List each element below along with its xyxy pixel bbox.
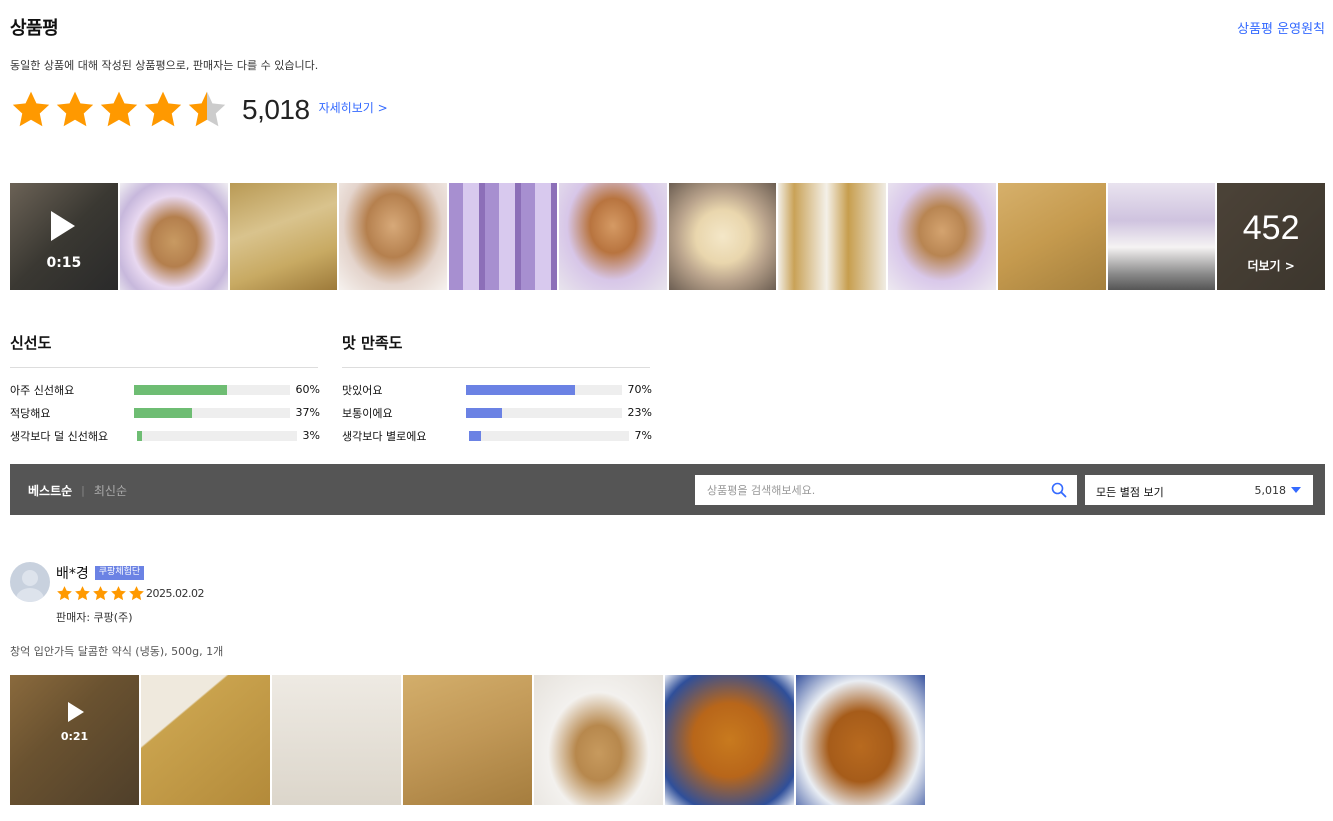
rating-count: 5,018 xyxy=(242,94,310,125)
taste-bar-fill xyxy=(469,430,481,441)
freshness-row-percent: 37% xyxy=(295,406,320,419)
photo-thumb[interactable] xyxy=(888,183,996,290)
taste-row-label: 맛있어요 xyxy=(342,383,383,397)
photo-thumb[interactable] xyxy=(449,183,557,290)
freshness-summary: 신선도 아주 신선해요 60% 적당해요 37% 생각보다 덜 신선해요 3% xyxy=(10,332,320,447)
photo-strip: 0:15 452 더보기 > xyxy=(10,183,1325,290)
review-photo-thumb[interactable] xyxy=(141,675,270,805)
taste-row-label: 보통이에요 xyxy=(342,406,393,420)
freshness-title: 신선도 xyxy=(10,332,318,368)
star-icon xyxy=(56,91,94,127)
taste-bar xyxy=(466,407,622,418)
freshness-bar-fill xyxy=(137,430,143,441)
sort-best[interactable]: 베스트순 xyxy=(28,482,72,499)
review-photo-thumb[interactable] xyxy=(665,675,794,805)
freshness-bar xyxy=(134,407,290,418)
photo-thumb[interactable] xyxy=(1107,183,1216,290)
freshness-bar xyxy=(134,384,290,395)
reviewer-badge: 쿠팡체험단 xyxy=(94,566,145,580)
review-video-thumb[interactable]: 0:21 xyxy=(10,675,139,805)
taste-row-label: 생각보다 별로에요 xyxy=(342,429,427,443)
taste-row-percent: 7% xyxy=(634,429,652,442)
freshness-row: 아주 신선해요 60% xyxy=(10,378,320,401)
freshness-row: 적당해요 37% xyxy=(10,401,320,424)
photo-thumb[interactable] xyxy=(778,183,886,290)
freshness-row-label: 적당해요 xyxy=(10,406,51,420)
taste-title: 맛 만족도 xyxy=(342,332,650,368)
review-stars xyxy=(56,585,146,602)
page-title: 상품평 xyxy=(10,18,59,39)
average-stars xyxy=(10,89,228,131)
freshness-row-percent: 3% xyxy=(302,429,320,442)
video-duration: 0:15 xyxy=(46,255,82,271)
freshness-row-label: 아주 신선해요 xyxy=(10,383,75,397)
taste-row: 맛있어요 70% xyxy=(342,378,652,401)
taste-row-percent: 23% xyxy=(627,406,652,419)
reviewer-name: 배*경 xyxy=(56,566,89,582)
review-photo-thumb[interactable] xyxy=(796,675,925,805)
review-photo-thumb[interactable] xyxy=(403,675,532,805)
review-search-box xyxy=(695,475,1077,505)
search-icon[interactable] xyxy=(1051,482,1067,498)
freshness-row-percent: 60% xyxy=(295,383,320,396)
photo-thumb-video[interactable]: 0:15 xyxy=(10,183,118,290)
freshness-bar xyxy=(137,430,297,441)
more-photos-label: 더보기 > xyxy=(1247,259,1295,273)
taste-row: 보통이에요 23% xyxy=(342,401,652,424)
play-icon xyxy=(51,211,75,241)
freshness-bar-fill xyxy=(134,384,228,395)
play-icon xyxy=(68,702,84,722)
reviewer-info: 배*경 쿠팡체험단 xyxy=(56,563,145,583)
star-icon xyxy=(57,586,72,601)
taste-row-percent: 70% xyxy=(627,383,652,396)
star-icon xyxy=(144,91,182,127)
rating-summary: 5,018 자세히보기 > xyxy=(10,88,388,132)
review-description: 동일한 상품에 대해 작성된 상품평으로, 판매자는 다를 수 있습니다. xyxy=(10,59,319,72)
review-product-option: 창억 입안가득 달콤한 약식 (냉동), 500g, 1개 xyxy=(10,645,224,658)
review-date: 2025.02.02 xyxy=(146,587,204,600)
taste-bar xyxy=(469,430,629,441)
star-icon xyxy=(93,586,108,601)
star-icon xyxy=(188,91,226,127)
photo-thumb[interactable] xyxy=(668,183,777,290)
review-photo-thumb[interactable] xyxy=(272,675,401,805)
star-filter-count: 5,018 xyxy=(1254,484,1287,497)
star-filter-label: 모든 별점 보기 xyxy=(1096,486,1164,499)
review-video-duration: 0:21 xyxy=(60,730,89,743)
star-icon xyxy=(129,586,144,601)
freshness-row-label: 생각보다 덜 신선해요 xyxy=(10,429,109,443)
sort-options: 베스트순 | 최신순 xyxy=(28,482,127,499)
photo-thumb-more[interactable]: 452 더보기 > xyxy=(1217,183,1325,290)
caret-down-icon xyxy=(1291,487,1301,493)
star-icon xyxy=(12,91,50,127)
review-policy-link[interactable]: 상품평 운영원칙 xyxy=(1237,18,1325,37)
review-search-input[interactable] xyxy=(695,475,1035,505)
taste-bar-fill xyxy=(466,384,575,395)
review-photos: 0:21 xyxy=(10,675,925,805)
taste-bar xyxy=(466,384,622,395)
review-seller: 판매자: 쿠팡(주) xyxy=(56,611,133,624)
sort-separator: | xyxy=(81,484,85,497)
freshness-bar-fill xyxy=(134,407,192,418)
taste-summary: 맛 만족도 맛있어요 70% 보통이에요 23% 생각보다 별로에요 7% xyxy=(342,332,652,447)
photo-thumb[interactable] xyxy=(229,183,338,290)
more-photo-count: 452 xyxy=(1242,209,1300,247)
freshness-row: 생각보다 덜 신선해요 3% xyxy=(10,424,320,447)
star-filter-select[interactable]: 모든 별점 보기 5,018 xyxy=(1085,475,1313,505)
photo-thumb[interactable] xyxy=(339,183,447,290)
sort-latest[interactable]: 최신순 xyxy=(94,482,127,499)
review-photo-thumb[interactable] xyxy=(534,675,663,805)
star-icon xyxy=(100,91,138,127)
review-rating: 2025.02.02 xyxy=(56,585,204,602)
review-toolbar: 베스트순 | 최신순 모든 별점 보기 5,018 xyxy=(10,464,1325,515)
star-icon xyxy=(75,586,90,601)
taste-row: 생각보다 별로에요 7% xyxy=(342,424,652,447)
photo-thumb[interactable] xyxy=(997,183,1106,290)
taste-bar-fill xyxy=(466,407,502,418)
photo-thumb[interactable] xyxy=(558,183,667,290)
star-icon xyxy=(111,586,126,601)
avatar xyxy=(10,562,50,602)
photo-thumb[interactable] xyxy=(119,183,228,290)
rating-detail-link[interactable]: 자세히보기 > xyxy=(319,99,388,116)
